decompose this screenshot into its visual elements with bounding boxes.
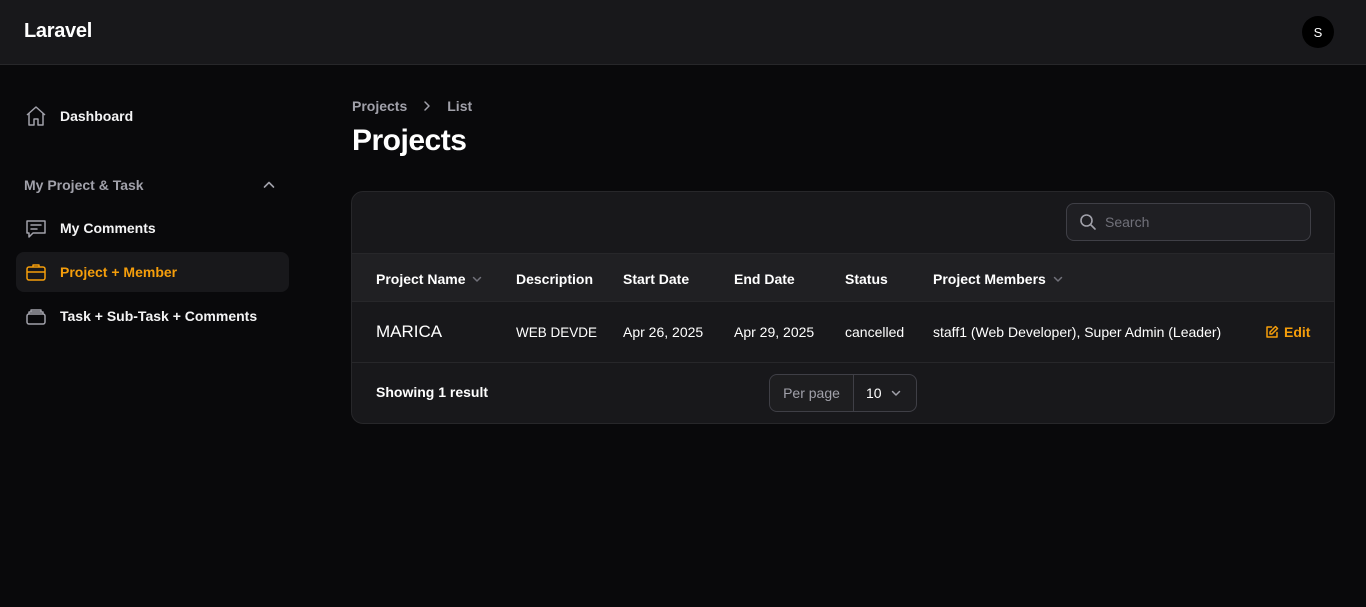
cell-members: staff1 (Web Developer), Super Admin (Lea… — [933, 324, 1222, 340]
per-page-label: Per page — [770, 375, 854, 411]
edit-label: Edit — [1284, 324, 1311, 340]
table-row[interactable]: MARICA WEB DEVDE Apr 26, 2025 Apr 29, 20… — [352, 302, 1334, 363]
chevron-up-icon — [262, 178, 276, 192]
sort-chevron-icon — [1052, 273, 1064, 285]
per-page-value[interactable]: 10 — [854, 375, 916, 411]
cell-end-date: Apr 29, 2025 — [734, 324, 815, 340]
cell-project-name: MARICA — [376, 322, 443, 341]
edit-icon — [1265, 325, 1279, 339]
brand-logo[interactable]: Laravel — [24, 20, 92, 43]
breadcrumb: Projects List — [352, 97, 472, 115]
cell-description: WEB DEVDE — [516, 324, 598, 340]
projects-table-card: Project Name Description Start Date End … — [351, 191, 1335, 424]
column-label: Project Members — [933, 270, 1046, 287]
sidebar-item-project-member[interactable]: Project + Member — [16, 252, 289, 292]
sidebar-item-label: Dashboard — [60, 108, 134, 124]
column-header-project-members[interactable]: Project Members — [933, 254, 1064, 303]
sidebar-item-label: My Comments — [60, 220, 156, 236]
column-header-end-date: End Date — [734, 270, 795, 287]
column-header-start-date: Start Date — [623, 270, 690, 287]
sort-chevron-icon — [471, 273, 483, 285]
per-page-select[interactable]: Per page 10 — [769, 374, 917, 412]
chevron-down-icon — [890, 387, 902, 399]
sidebar-item-label: Project + Member — [60, 264, 178, 280]
sidebar-item-my-comments[interactable]: My Comments — [16, 208, 289, 248]
pagination-summary: Showing 1 result — [376, 384, 489, 400]
briefcase-icon — [24, 260, 48, 284]
column-header-status: Status — [845, 270, 888, 287]
edit-button[interactable]: Edit — [1265, 302, 1310, 362]
search-input[interactable] — [1105, 214, 1295, 230]
top-bar: Laravel S — [0, 0, 1366, 65]
user-avatar[interactable]: S — [1302, 16, 1334, 48]
comment-icon — [24, 216, 48, 240]
per-page-selected: 10 — [866, 385, 882, 401]
sidebar-item-task-subtask-comments[interactable]: Task + Sub-Task + Comments — [16, 296, 289, 336]
column-header-project-name[interactable]: Project Name — [376, 254, 483, 303]
sidebar-item-label: Task + Sub-Task + Comments — [60, 308, 258, 324]
search-icon — [1079, 213, 1097, 231]
table-header: Project Name Description Start Date End … — [352, 253, 1334, 303]
search-box[interactable] — [1066, 203, 1311, 241]
column-label: Project Name — [376, 270, 466, 287]
column-header-description: Description — [516, 270, 594, 287]
home-icon — [24, 104, 48, 128]
breadcrumb-list: List — [447, 98, 473, 114]
sidebar-group-label: My Project & Task — [24, 177, 144, 193]
sidebar-group-toggle[interactable]: My Project & Task — [24, 176, 280, 194]
chevron-right-icon — [421, 100, 433, 112]
cell-status: cancelled — [845, 324, 905, 340]
cell-start-date: Apr 26, 2025 — [623, 324, 704, 340]
sidebar-item-dashboard[interactable]: Dashboard — [16, 96, 289, 136]
page-title: Projects — [352, 124, 467, 157]
stack-icon — [24, 304, 48, 328]
breadcrumb-projects[interactable]: Projects — [352, 98, 407, 114]
